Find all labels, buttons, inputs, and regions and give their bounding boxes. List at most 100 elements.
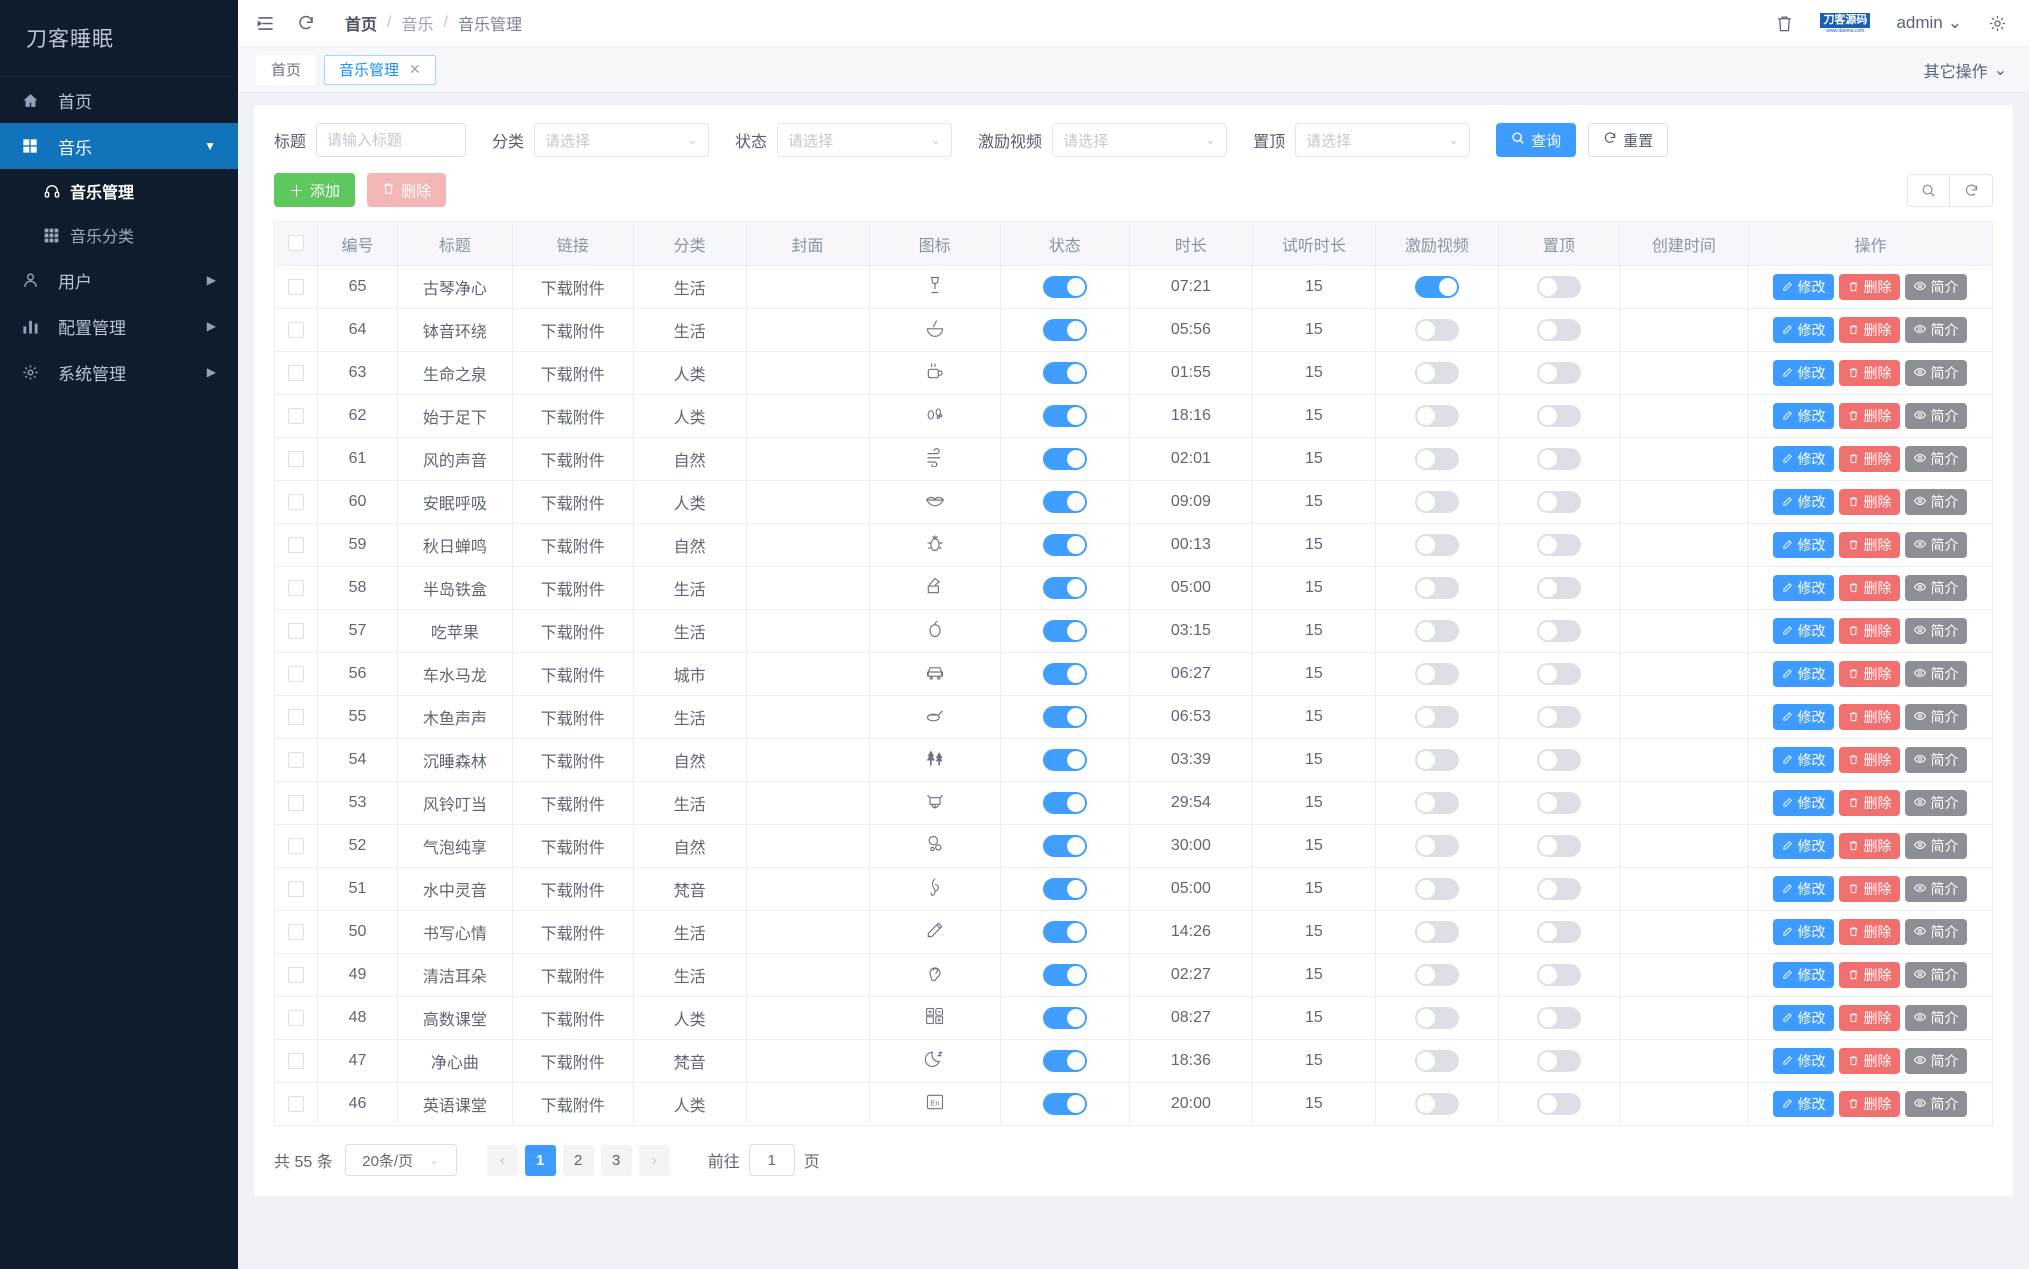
delete-button[interactable]: 删除 [1839,274,1901,300]
row-link[interactable]: 下载附件 [511,351,634,395]
next-page-button[interactable]: › [638,1144,670,1176]
delete-button[interactable]: 删除 [1839,446,1901,472]
hamburger-icon[interactable] [256,14,275,33]
tab-home[interactable]: 首页 [256,54,317,85]
status-toggle[interactable] [1042,534,1087,556]
gear-icon[interactable] [1988,14,2007,33]
edit-button[interactable]: 修改 [1773,489,1835,515]
top-toggle[interactable] [1536,577,1581,599]
delete-button[interactable]: 删除 [1839,661,1901,687]
row-checkbox[interactable] [288,622,305,639]
sidebar-item-music-category[interactable]: 音乐分类 [0,213,238,257]
reset-button[interactable]: 重置 [1588,123,1669,157]
page-size-select[interactable]: 20条/页 ⌄ [344,1144,457,1176]
top-toggle[interactable] [1536,792,1581,814]
top-toggle[interactable] [1536,405,1581,427]
page-button-1[interactable]: 1 [524,1144,556,1176]
info-button[interactable]: 简介 [1905,876,1968,902]
row-checkbox[interactable] [288,1052,305,1069]
edit-button[interactable]: 修改 [1773,274,1835,300]
status-toggle[interactable] [1042,792,1087,814]
sidebar-item-user[interactable]: 用户 ▶ [0,257,238,303]
row-checkbox[interactable] [288,493,305,510]
top-toggle[interactable] [1536,964,1581,986]
row-checkbox[interactable] [288,364,305,381]
page-button-3[interactable]: 3 [600,1144,632,1176]
add-button[interactable]: ＋ 添加 [274,173,356,207]
row-link[interactable]: 下载附件 [511,437,634,481]
edit-button[interactable]: 修改 [1773,962,1835,988]
edit-button[interactable]: 修改 [1773,618,1835,644]
status-toggle[interactable] [1042,1007,1087,1029]
delete-button[interactable]: 删除 [1839,919,1901,945]
sidebar-item-config[interactable]: 配置管理 ▶ [0,303,238,349]
reward-video-toggle[interactable] [1414,276,1459,298]
top-toggle[interactable] [1536,1050,1581,1072]
info-button[interactable]: 简介 [1905,704,1968,730]
row-checkbox[interactable] [288,407,305,424]
row-link[interactable]: 下载附件 [511,953,634,997]
sidebar-item-music-manage[interactable]: 音乐管理 [0,169,238,213]
row-checkbox[interactable] [288,278,305,295]
breadcrumb-item-music[interactable]: 音乐 [401,11,433,35]
reward-video-toggle[interactable] [1414,319,1459,341]
row-checkbox[interactable] [288,579,305,596]
info-button[interactable]: 简介 [1905,489,1968,515]
info-button[interactable]: 简介 [1905,618,1968,644]
batch-delete-button[interactable]: 删除 [367,173,447,207]
delete-button[interactable]: 删除 [1839,360,1901,386]
status-toggle[interactable] [1042,1050,1087,1072]
row-link[interactable]: 下载附件 [511,265,634,309]
refresh-icon[interactable] [297,14,315,32]
row-checkbox[interactable] [288,751,305,768]
top-toggle[interactable] [1536,319,1581,341]
delete-button[interactable]: 删除 [1839,790,1901,816]
status-toggle[interactable] [1042,362,1087,384]
row-checkbox[interactable] [288,1095,305,1112]
delete-button[interactable]: 删除 [1839,618,1901,644]
edit-button[interactable]: 修改 [1773,317,1835,343]
edit-button[interactable]: 修改 [1773,1005,1835,1031]
row-checkbox[interactable] [288,450,305,467]
row-link[interactable]: 下载附件 [511,523,634,567]
reward-video-toggle[interactable] [1414,749,1459,771]
top-toggle[interactable] [1536,878,1581,900]
reward-video-select[interactable]: 请选择 ⌄ [1052,123,1228,157]
status-toggle[interactable] [1042,276,1087,298]
row-checkbox[interactable] [288,966,305,983]
status-toggle[interactable] [1042,577,1087,599]
row-link[interactable]: 下载附件 [511,308,634,352]
edit-button[interactable]: 修改 [1773,876,1835,902]
info-button[interactable]: 简介 [1905,274,1968,300]
user-menu[interactable]: admin ⌄ [1896,13,1962,33]
row-checkbox[interactable] [288,1009,305,1026]
info-button[interactable]: 简介 [1905,360,1968,386]
row-link[interactable]: 下载附件 [511,695,634,739]
reward-video-toggle[interactable] [1414,663,1459,685]
row-checkbox[interactable] [288,880,305,897]
reward-video-toggle[interactable] [1414,534,1459,556]
reward-video-toggle[interactable] [1414,792,1459,814]
sidebar-item-system[interactable]: 系统管理 ▶ [0,349,238,395]
edit-button[interactable]: 修改 [1773,1048,1835,1074]
delete-button[interactable]: 删除 [1839,575,1901,601]
row-link[interactable]: 下载附件 [511,609,634,653]
top-toggle[interactable] [1536,749,1581,771]
sidebar-item-music[interactable]: 音乐 ▼ [0,123,238,169]
row-checkbox[interactable] [288,708,305,725]
edit-button[interactable]: 修改 [1773,833,1835,859]
prev-page-button[interactable]: ‹ [486,1144,518,1176]
status-toggle[interactable] [1042,620,1087,642]
top-toggle[interactable] [1536,921,1581,943]
reward-video-toggle[interactable] [1414,921,1459,943]
info-button[interactable]: 简介 [1905,1005,1968,1031]
page-button-2[interactable]: 2 [562,1144,594,1176]
delete-button[interactable]: 删除 [1839,962,1901,988]
reward-video-toggle[interactable] [1414,1007,1459,1029]
delete-button[interactable]: 删除 [1839,747,1901,773]
row-link[interactable]: 下载附件 [511,996,634,1040]
info-button[interactable]: 简介 [1905,833,1968,859]
row-link[interactable]: 下载附件 [511,1082,634,1126]
top-toggle[interactable] [1536,835,1581,857]
top-toggle[interactable] [1536,706,1581,728]
